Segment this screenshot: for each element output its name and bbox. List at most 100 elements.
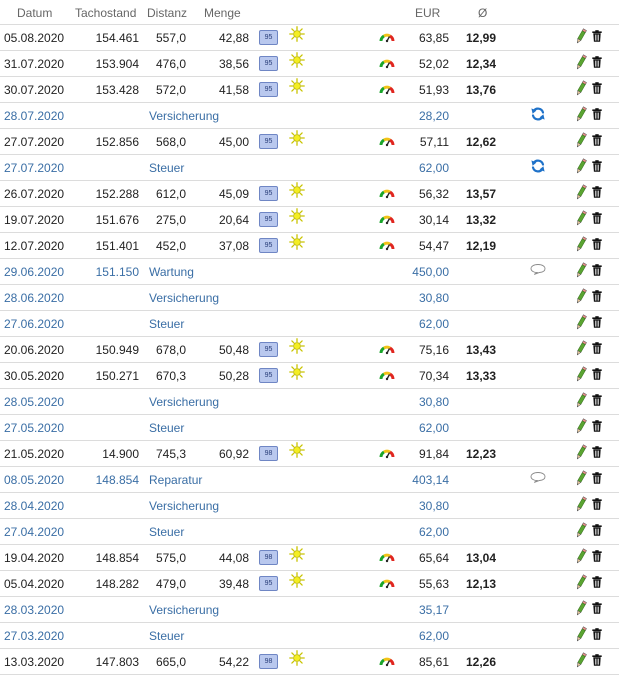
pencil-icon[interactable] xyxy=(575,314,587,331)
pencil-icon[interactable] xyxy=(575,80,587,97)
pencil-icon[interactable] xyxy=(575,106,587,123)
pencil-icon[interactable] xyxy=(575,366,587,383)
pencil-icon[interactable] xyxy=(575,262,587,279)
pencil-icon[interactable] xyxy=(575,28,587,45)
cost-entry-row: 28.04.2020 Versicherung 30,80 xyxy=(0,493,619,519)
fuel-grade-label: 98 xyxy=(259,654,278,669)
fuel-grade-badge: 95 xyxy=(259,366,278,383)
trash-icon[interactable] xyxy=(592,550,602,562)
sun-icon xyxy=(289,364,305,380)
pencil-icon[interactable] xyxy=(575,158,587,175)
trash-icon[interactable] xyxy=(592,212,602,224)
sun-icon xyxy=(289,442,305,458)
fuel-entry-row: 27.07.2020 152.856 568,0 45,00 95 12,62 57,11 xyxy=(0,129,619,155)
trash-icon[interactable] xyxy=(592,472,602,484)
entry-distance: 745,3 xyxy=(155,447,186,461)
refresh-icon[interactable] xyxy=(530,106,546,122)
fuel-grade-label: 95 xyxy=(259,30,278,45)
trash-icon[interactable] xyxy=(592,342,602,354)
pencil-icon[interactable] xyxy=(575,184,587,201)
sun-icon xyxy=(289,182,305,198)
comment-icon[interactable] xyxy=(530,263,546,275)
entry-amount: 54,22 xyxy=(218,655,249,669)
pencil-icon[interactable] xyxy=(575,652,587,669)
fuel-grade-badge: 95 xyxy=(259,340,278,357)
trash-icon[interactable] xyxy=(592,420,602,432)
entry-amount: 38,56 xyxy=(218,57,249,71)
entry-date: 27.06.2020 xyxy=(4,317,65,331)
refresh-icon[interactable] xyxy=(530,158,546,174)
pencil-icon[interactable] xyxy=(575,236,587,253)
pencil-icon[interactable] xyxy=(575,210,587,227)
trash-icon[interactable] xyxy=(592,446,602,458)
trash-icon[interactable] xyxy=(592,134,602,146)
trash-icon[interactable] xyxy=(592,56,602,68)
entry-cost-label: Reparatur xyxy=(149,473,203,487)
trash-icon[interactable] xyxy=(592,290,602,302)
entry-cost-label: Versicherung xyxy=(149,499,220,513)
fuel-grade-label: 95 xyxy=(259,134,278,149)
cost-entry-row: 28.05.2020 Versicherung 30,80 xyxy=(0,389,619,415)
entry-cost-eur: 62,00 xyxy=(418,317,449,331)
trash-icon[interactable] xyxy=(592,394,602,406)
pencil-icon[interactable] xyxy=(575,418,587,435)
fuel-grade-badge: 95 xyxy=(259,184,278,201)
cost-entry-row: 29.06.2020 151.150 Wartung 450,00 xyxy=(0,259,619,285)
pencil-icon[interactable] xyxy=(575,522,587,539)
fuel-entry-row: 30.07.2020 153.428 572,0 41,58 95 13,76 51,93 xyxy=(0,77,619,103)
cost-entry-row: 27.03.2020 Steuer 62,00 xyxy=(0,623,619,649)
entry-cost-eur: 62,00 xyxy=(418,629,449,643)
trash-icon[interactable] xyxy=(592,576,602,588)
entry-odometer: 151.676 xyxy=(95,213,139,227)
trash-icon[interactable] xyxy=(592,30,602,42)
pencil-icon[interactable] xyxy=(575,392,587,409)
pencil-icon[interactable] xyxy=(575,340,587,357)
trash-icon[interactable] xyxy=(592,160,602,172)
pencil-icon[interactable] xyxy=(575,574,587,591)
entry-cost-eur: 51,93 xyxy=(418,83,449,97)
entry-cost-eur: 56,32 xyxy=(418,187,449,201)
speedometer-icon xyxy=(379,214,395,225)
fuel-grade-label: 95 xyxy=(259,186,278,201)
entry-date: 13.03.2020 xyxy=(4,655,65,669)
header-amount: Menge xyxy=(204,6,241,20)
pencil-icon[interactable] xyxy=(575,444,587,461)
trash-icon[interactable] xyxy=(592,186,602,198)
entry-amount: 42,88 xyxy=(218,31,249,45)
trash-icon[interactable] xyxy=(592,628,602,640)
entry-cost-label: Steuer xyxy=(149,161,185,175)
pencil-icon[interactable] xyxy=(575,626,587,643)
comment-icon[interactable] xyxy=(530,471,546,483)
cost-entry-row: 27.07.2020 Steuer 62,00 xyxy=(0,155,619,181)
trash-icon[interactable] xyxy=(592,498,602,510)
entry-amount: 50,48 xyxy=(218,343,249,357)
entry-cost-label: Steuer xyxy=(149,525,185,539)
trash-icon[interactable] xyxy=(592,82,602,94)
trash-icon[interactable] xyxy=(592,264,602,276)
sun-icon xyxy=(289,546,305,562)
pencil-icon[interactable] xyxy=(575,470,587,487)
trash-icon[interactable] xyxy=(592,316,602,328)
entry-amount: 39,48 xyxy=(218,577,249,591)
trash-icon[interactable] xyxy=(592,654,602,666)
pencil-icon[interactable] xyxy=(575,600,587,617)
trash-icon[interactable] xyxy=(592,524,602,536)
pencil-icon[interactable] xyxy=(575,496,587,513)
fuel-entry-row: 30.05.2020 150.271 670,3 50,28 95 13,33 70,34 xyxy=(0,363,619,389)
pencil-icon[interactable] xyxy=(575,54,587,71)
pencil-icon[interactable] xyxy=(575,548,587,565)
pencil-icon[interactable] xyxy=(575,132,587,149)
trash-icon[interactable] xyxy=(592,368,602,380)
trash-icon[interactable] xyxy=(592,238,602,250)
entry-amount: 45,09 xyxy=(218,187,249,201)
table-header: Datum Tachostand Distanz Menge EUR Ø xyxy=(0,0,619,25)
trash-icon[interactable] xyxy=(592,602,602,614)
entry-odometer: 154.461 xyxy=(95,31,139,45)
entry-odometer: 152.856 xyxy=(95,135,139,149)
entry-cost-eur: 55,63 xyxy=(418,577,449,591)
pencil-icon[interactable] xyxy=(575,288,587,305)
entry-cost-label: Steuer xyxy=(149,629,185,643)
entry-consumption-average: 13,57 xyxy=(466,187,497,201)
entry-consumption-average: 12,34 xyxy=(466,57,497,71)
trash-icon[interactable] xyxy=(592,108,602,120)
